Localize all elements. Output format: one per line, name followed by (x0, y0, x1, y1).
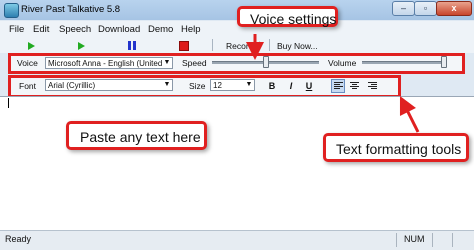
status-num: NUM (404, 234, 425, 244)
text-formatting-callout: Text formatting tools (323, 133, 469, 162)
record-arrow-icon: ➜ (254, 39, 264, 51)
voice-select-value: Microsoft Anna - English (United (48, 59, 163, 68)
window-title: River Past Talkative 5.8 (21, 4, 121, 15)
align-right-icon[interactable] (368, 82, 377, 90)
app-icon (4, 3, 19, 18)
menu-edit[interactable]: Edit (33, 24, 49, 35)
menu-help[interactable]: Help (181, 24, 201, 35)
volume-slider-thumb[interactable] (441, 56, 447, 68)
font-label: Font (19, 81, 37, 91)
menu-file[interactable]: File (9, 24, 24, 35)
play-selection-icon[interactable] (78, 42, 85, 50)
close-button[interactable]: x (436, 1, 472, 16)
italic-button[interactable]: I (285, 80, 297, 92)
status-separator (452, 233, 453, 247)
bold-button[interactable]: B (266, 80, 278, 92)
toolbar-separator (212, 39, 213, 51)
size-select-value: 12 (213, 81, 222, 90)
chevron-down-icon: ▼ (245, 81, 253, 88)
paste-text-callout: Paste any text here (66, 121, 207, 150)
status-bar (0, 230, 474, 250)
buy-now-button[interactable]: Buy Now... (277, 41, 318, 51)
voice-label: Voice (17, 58, 38, 68)
volume-slider-track[interactable] (362, 61, 446, 64)
volume-label: Volume (328, 58, 357, 68)
voice-select[interactable]: Microsoft Anna - English (United ▼ (45, 57, 173, 69)
play-icon[interactable] (28, 42, 35, 50)
minimize-button[interactable]: – (392, 1, 415, 16)
size-select[interactable]: 12 ▼ (210, 79, 255, 91)
stop-icon[interactable] (179, 41, 189, 51)
maximize-button[interactable]: ▫ (414, 1, 437, 16)
size-label: Size (189, 81, 206, 91)
font-select[interactable]: Arial (Cyrillic) ▼ (45, 79, 173, 91)
text-editor[interactable] (0, 96, 474, 231)
status-separator (432, 233, 433, 247)
toolbar-separator (269, 39, 270, 51)
paste-text-callout-text: Paste any text here (80, 129, 201, 145)
menu-download[interactable]: Download (98, 24, 140, 35)
status-ready: Ready (5, 234, 32, 244)
voice-settings-callout: Voice settings (237, 6, 338, 27)
record-button[interactable]: Record (226, 41, 253, 51)
speed-label: Speed (182, 58, 207, 68)
pause-icon[interactable] (128, 41, 136, 50)
status-separator (396, 233, 397, 247)
text-formatting-callout-text: Text formatting tools (336, 141, 462, 157)
speed-slider-thumb[interactable] (262, 56, 269, 68)
chevron-down-icon: ▼ (163, 81, 171, 88)
align-left-icon (334, 82, 343, 90)
menu-demo[interactable]: Demo (148, 24, 173, 35)
voice-settings-callout-text: Voice settings (250, 11, 337, 27)
menu-speech[interactable]: Speech (59, 24, 91, 35)
align-center-icon[interactable] (350, 82, 359, 90)
chevron-down-icon: ▼ (163, 59, 171, 66)
font-select-value: Arial (Cyrillic) (48, 81, 96, 90)
text-caret (8, 98, 9, 108)
underline-button[interactable]: U (303, 80, 315, 92)
